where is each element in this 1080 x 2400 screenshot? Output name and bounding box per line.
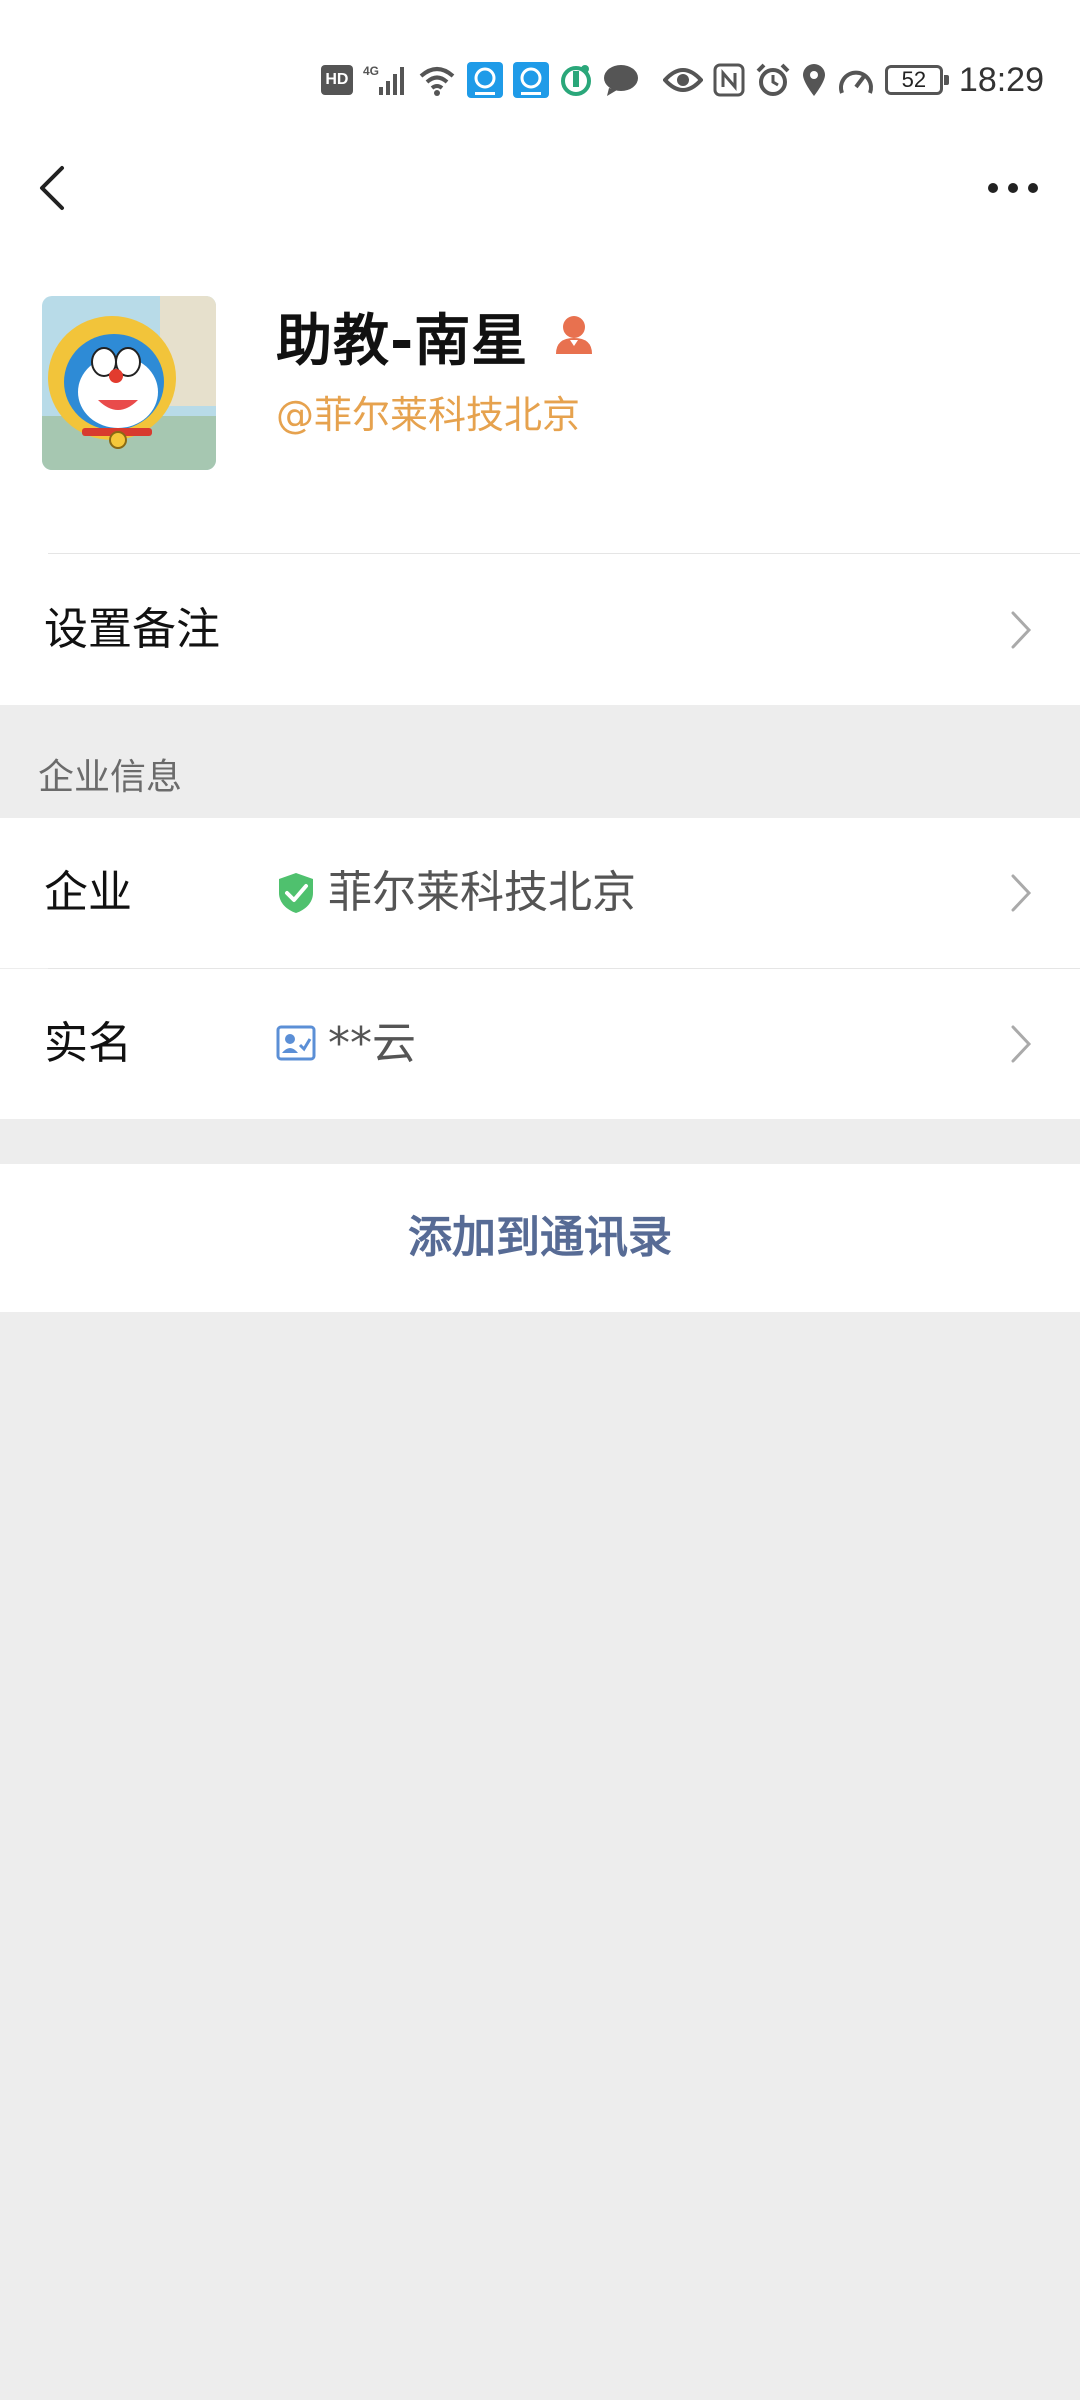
enterprise-value: 菲尔莱科技北京	[328, 867, 636, 918]
eye-icon	[662, 66, 703, 94]
set-remark-row[interactable]: 设置备注	[0, 555, 1080, 705]
contact-name: 助教-南星	[276, 309, 529, 374]
clock: 18:29	[958, 60, 1044, 99]
person-badge-icon	[552, 312, 596, 356]
enterprise-row[interactable]: 企业 菲尔莱科技北京	[0, 818, 1080, 968]
organization-label: @菲尔莱科技北京	[276, 393, 581, 437]
add-to-contacts-button[interactable]: 添加到通讯录	[0, 1164, 1080, 1312]
app-e-icon	[512, 62, 549, 98]
location-icon	[801, 63, 827, 97]
real-name-label: 实名	[44, 1018, 132, 1069]
hd-icon: HD	[320, 65, 353, 95]
chevron-right-icon	[1010, 1024, 1032, 1064]
chat-bubble-icon	[603, 64, 639, 96]
speed-icon	[837, 63, 875, 97]
battery-icon: 52	[884, 65, 949, 95]
set-remark-label: 设置备注	[44, 604, 220, 655]
real-name-value: **云	[328, 1018, 416, 1069]
add-to-contacts-label: 添加到通讯录	[408, 1212, 672, 1263]
status-icons: HD 4G 52 18:29	[320, 56, 1044, 104]
chevron-left-icon[interactable]	[34, 160, 74, 216]
chevron-right-icon	[1010, 873, 1032, 913]
chevron-right-icon	[1010, 610, 1032, 650]
svg-text:4G: 4G	[363, 64, 379, 78]
enterprise-section-title: 企业信息	[38, 757, 183, 798]
signal-4g-icon: 4G	[363, 63, 407, 97]
divider	[48, 553, 1080, 554]
alarm-icon	[755, 62, 791, 98]
verified-shield-icon	[276, 871, 316, 915]
wifi-icon	[417, 64, 457, 96]
app-circle-icon	[559, 63, 593, 97]
nfc-icon	[713, 63, 745, 97]
avatar[interactable]	[42, 296, 216, 470]
real-name-row[interactable]: 实名 **云	[0, 969, 1080, 1119]
id-card-icon	[276, 1025, 316, 1061]
more-dots-icon[interactable]	[986, 178, 1040, 198]
app-e-icon	[466, 62, 503, 98]
status-bar: HD 4G 52 18:29	[0, 0, 1080, 160]
enterprise-label: 企业	[44, 867, 132, 918]
